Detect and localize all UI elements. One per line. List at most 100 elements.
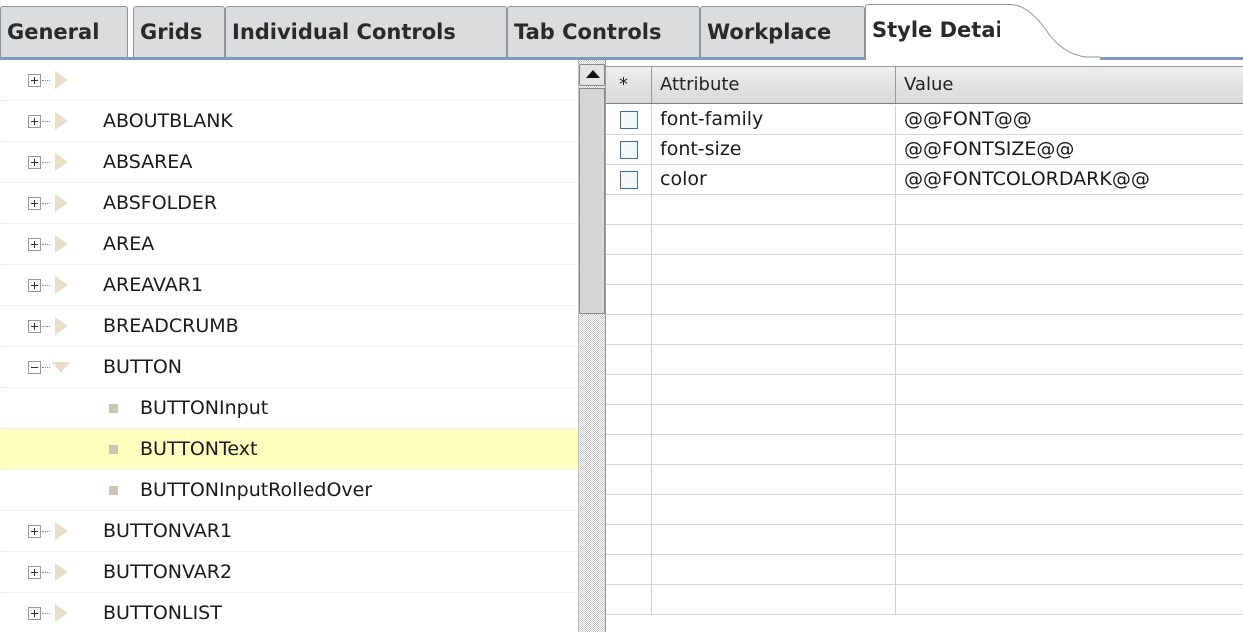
tree-scrollbar[interactable] [578,60,605,632]
header-marker[interactable]: * [606,67,652,103]
expand-icon[interactable] [28,279,41,292]
attribute-cell[interactable]: color [652,165,896,195]
scrollbar-thumb[interactable] [579,88,605,314]
header-value[interactable]: Value [896,67,1243,103]
tree-item-aboutblank[interactable]: ABOUTBLANK [0,101,578,142]
tree-item-label: AREAVAR1 [103,274,204,296]
expand-icon[interactable] [28,525,41,538]
table-row[interactable] [606,465,1243,495]
tree-item-buttoninput[interactable]: BUTTONInput [0,388,578,429]
value-cell[interactable]: @@FONTSIZE@@ [896,135,1243,165]
expand-icon[interactable] [28,320,41,333]
attribute-cell[interactable] [652,285,896,315]
tree-item-absarea[interactable]: ABSAREA [0,142,578,183]
table-row[interactable] [606,525,1243,555]
expand-icon[interactable] [28,197,41,210]
expand-icon[interactable] [28,156,41,169]
table-row[interactable] [606,585,1243,615]
table-row[interactable]: font-family @@FONT@@ [606,105,1243,135]
tree-item-buttonlist[interactable]: BUTTONLIST [0,593,578,632]
tree-connector [42,121,50,122]
value-cell[interactable]: @@FONT@@ [896,105,1243,135]
tree-item-button[interactable]: BUTTON [0,347,578,388]
tree-connector [42,80,50,81]
table-row[interactable] [606,195,1243,225]
tab-style-details[interactable]: Style Details [865,4,1022,60]
leaf-bullet-icon [109,486,118,495]
tab-individual-controls[interactable]: Individual Controls [225,6,507,57]
table-row[interactable] [606,435,1243,465]
value-cell[interactable] [896,375,1243,405]
attribute-cell[interactable] [652,225,896,255]
value-cell[interactable] [896,495,1243,525]
tree-item-buttoninputrolledover[interactable]: BUTTONInputRolledOver [0,470,578,511]
table-row[interactable] [606,375,1243,405]
value-cell[interactable] [896,225,1243,255]
table-row[interactable]: color @@FONTCOLORDARK@@ [606,165,1243,195]
expand-icon[interactable] [28,115,41,128]
attribute-cell[interactable] [652,195,896,225]
expand-icon[interactable] [28,238,41,251]
table-row[interactable] [606,555,1243,585]
attribute-cell[interactable] [652,255,896,285]
tab-workplace[interactable]: Workplace [700,6,865,57]
row-checkbox[interactable] [620,171,638,189]
tab-grids[interactable]: Grids [133,6,225,57]
attribute-cell[interactable] [652,585,896,615]
attribute-cell[interactable]: font-family [652,105,896,135]
tree-item-breadcrumb[interactable]: BREADCRUMB [0,306,578,347]
attribute-cell[interactable] [652,435,896,465]
attribute-cell[interactable] [652,345,896,375]
value-cell[interactable] [896,555,1243,585]
tree-item-label: BUTTONVAR1 [103,520,233,542]
value-cell[interactable]: @@FONTCOLORDARK@@ [896,165,1243,195]
table-row[interactable] [606,315,1243,345]
expand-icon[interactable] [28,566,41,579]
expand-icon[interactable] [28,74,41,87]
tab-tab-controls[interactable]: Tab Controls [507,6,700,57]
attribute-cell[interactable] [652,495,896,525]
attribute-cell[interactable] [652,315,896,345]
value-cell[interactable] [896,255,1243,285]
attribute-cell[interactable] [652,405,896,435]
expand-icon[interactable] [28,607,41,620]
attribute-cell[interactable]: font-size [652,135,896,165]
value-cell[interactable] [896,315,1243,345]
attribute-cell[interactable] [652,465,896,495]
tree-item-unnamed[interactable] [0,60,578,101]
table-row[interactable] [606,285,1243,315]
table-row[interactable] [606,405,1243,435]
tree-item-buttontext[interactable]: BUTTONText [0,429,578,470]
table-row[interactable] [606,225,1243,255]
table-row[interactable] [606,345,1243,375]
table-row[interactable]: font-size @@FONTSIZE@@ [606,135,1243,165]
row-checkbox[interactable] [620,111,638,129]
tree-item-areavar1[interactable]: AREAVAR1 [0,265,578,306]
value-cell[interactable] [896,525,1243,555]
value-cell[interactable] [896,585,1243,615]
collapsed-arrow-icon [55,563,68,581]
attribute-cell[interactable] [652,375,896,405]
collapsed-arrow-icon [55,194,68,212]
attribute-cell[interactable] [652,555,896,585]
header-attribute[interactable]: Attribute [652,67,896,103]
value-cell[interactable] [896,435,1243,465]
collapse-icon[interactable] [28,361,41,374]
value-cell[interactable] [896,405,1243,435]
table-row[interactable] [606,495,1243,525]
scroll-up-arrow-icon[interactable] [579,64,605,86]
value-cell[interactable] [896,345,1243,375]
attribute-cell[interactable] [652,525,896,555]
row-checkbox[interactable] [620,141,638,159]
tab-general[interactable]: General [0,6,128,57]
tree-item-area[interactable]: AREA [0,224,578,265]
value-cell[interactable] [896,285,1243,315]
tree-item-buttonvar1[interactable]: BUTTONVAR1 [0,511,578,552]
value-cell[interactable] [896,465,1243,495]
collapsed-arrow-icon [55,317,68,335]
tree-item-absfolder[interactable]: ABSFOLDER [0,183,578,224]
value-cell[interactable] [896,195,1243,225]
style-tree[interactable]: ABOUTBLANK ABSAREA ABSFOLDER AREA AREAVA… [0,60,578,632]
table-row[interactable] [606,255,1243,285]
tree-item-buttonvar2[interactable]: BUTTONVAR2 [0,552,578,593]
